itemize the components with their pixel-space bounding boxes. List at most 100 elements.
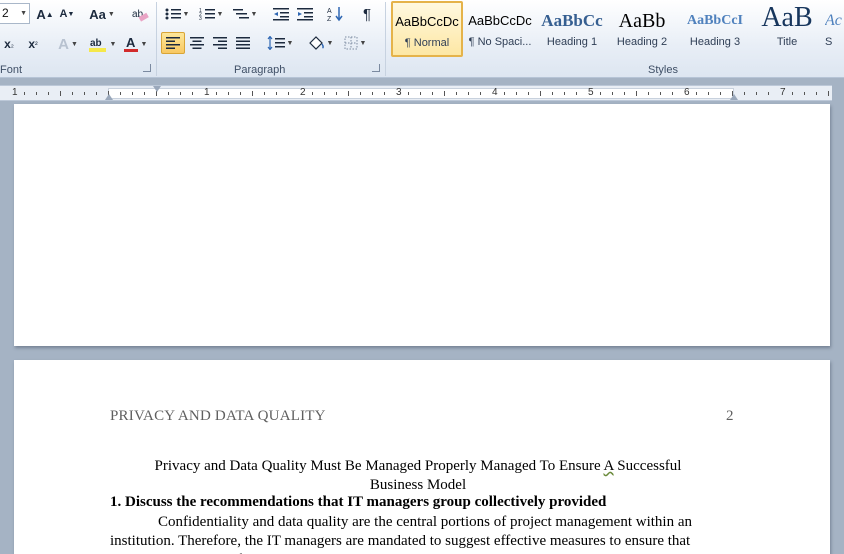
ruler-tick (408, 92, 409, 95)
style-heading-3-name: Heading 3 (689, 36, 741, 48)
multilevel-list-button[interactable]: ▼ (230, 3, 260, 25)
subscript-button[interactable]: x₂ (0, 33, 20, 55)
ruler-tick (636, 91, 637, 96)
sort-icon: AZ (327, 7, 343, 22)
font-size-value: 2 (2, 6, 9, 20)
superscript-button[interactable]: x² (22, 33, 44, 55)
ruler-tick (348, 91, 349, 96)
style-no-spacing[interactable]: AaBbCcDc ¶ No Spaci... (464, 1, 536, 57)
ruler-number: 7 (780, 87, 786, 98)
style-heading-1-preview: AaBbCc (541, 11, 603, 30)
style-normal-name: ¶ Normal (404, 37, 450, 49)
section-heading: 1. Discuss the recommendations that IT m… (110, 494, 607, 510)
multilevel-list-icon (232, 9, 249, 19)
borders-button[interactable]: ▼ (340, 32, 370, 54)
document-page-2[interactable]: PRIVACY AND DATA QUALITY 2 Privacy and D… (14, 360, 830, 554)
style-heading-2[interactable]: AaBb Heading 2 (609, 1, 675, 57)
document-page-1[interactable] (14, 104, 830, 346)
title-text-end: Successful (613, 458, 682, 474)
style-heading-1-name: Heading 1 (546, 36, 598, 48)
font-group-label: Font (0, 64, 23, 76)
ruler-tick (360, 92, 361, 95)
align-right-icon (213, 37, 227, 49)
bullets-button[interactable]: ▼ (162, 3, 192, 25)
ruler-tick (120, 92, 121, 95)
ruler-tick (420, 92, 421, 95)
ruler-tick (672, 92, 673, 95)
ruler-number: 1 (204, 87, 210, 98)
decrease-indent-icon (273, 8, 289, 21)
shading-button[interactable]: ▼ (304, 32, 336, 54)
ruler-tick (276, 92, 277, 95)
ruler-tick (72, 92, 73, 95)
decrease-indent-button[interactable] (270, 3, 292, 25)
svg-text:Z: Z (327, 16, 332, 22)
styles-group-label: Styles (648, 64, 678, 76)
ruler-tick (768, 92, 769, 95)
font-dialog-launcher-icon[interactable] (143, 64, 151, 72)
justify-button[interactable] (232, 32, 254, 54)
right-indent-marker[interactable] (730, 94, 738, 100)
ruler-tick (612, 92, 613, 95)
sort-button[interactable]: AZ (324, 3, 346, 25)
page-number: 2 (726, 408, 734, 424)
grow-font-button[interactable]: A ▲ (34, 3, 56, 25)
style-heading-1[interactable]: AaBbCc Heading 1 (538, 1, 606, 57)
ruler-tick (252, 91, 253, 96)
ruler-tick (24, 92, 25, 95)
style-normal[interactable]: AaBbCcDc ¶ Normal (391, 1, 463, 57)
ruler-tick (60, 91, 61, 96)
style-title[interactable]: AaB Title (752, 1, 822, 57)
ruler-tick (564, 92, 565, 95)
svg-text:3: 3 (199, 16, 202, 21)
ruler-tick (132, 92, 133, 95)
ruler-tick (816, 92, 817, 95)
clear-formatting-button[interactable]: ab (128, 3, 152, 25)
style-subtitle-preview: Ac (825, 12, 842, 29)
ruler-tick (84, 92, 85, 95)
style-subtitle[interactable]: Ac S (824, 1, 844, 57)
paragraph-group-label: Paragraph (234, 64, 286, 76)
align-center-button[interactable] (186, 32, 208, 54)
ruler-tick (36, 92, 37, 95)
ruler-tick (384, 92, 385, 95)
paragraph-dialog-launcher-icon[interactable] (372, 64, 380, 72)
ribbon-group-labels: Font Paragraph Styles (0, 63, 844, 78)
clear-formatting-icon: ab (132, 9, 149, 22)
ruler-number: 6 (684, 87, 690, 98)
ruler-tick (828, 91, 829, 96)
highlight-button[interactable]: ab ▼ (86, 33, 118, 55)
ruler-tick (648, 92, 649, 95)
left-indent-marker[interactable] (105, 94, 113, 100)
numbering-icon: 123 (199, 8, 215, 21)
show-formatting-button[interactable]: ¶ (356, 3, 378, 25)
align-left-button[interactable] (161, 32, 185, 54)
style-heading-2-name: Heading 2 (616, 36, 668, 48)
body-paragraph: Confidentiality and data quality are the… (110, 514, 692, 554)
increase-indent-button[interactable] (294, 3, 316, 25)
numbering-button[interactable]: 1 2 3 ▼ (196, 3, 226, 25)
align-right-button[interactable] (209, 32, 231, 54)
style-heading-3-preview: AaBbCcI (686, 13, 743, 28)
change-case-button[interactable]: Aa ▼ (86, 3, 118, 25)
justify-icon (236, 37, 250, 49)
shrink-font-button[interactable]: A ▼ (56, 3, 78, 25)
ruler-tick (468, 92, 469, 95)
font-color-button[interactable]: A ▼ (120, 33, 150, 55)
ruler-tick (480, 92, 481, 95)
ruler-tick (228, 92, 229, 95)
line-spacing-button[interactable]: ▼ (264, 32, 296, 54)
first-line-indent-marker[interactable] (153, 86, 161, 92)
change-case-label: Aa (89, 6, 106, 22)
ruler-tick (744, 92, 745, 95)
font-size-box[interactable]: 2 ▼ (0, 3, 30, 24)
ruler-tick (456, 92, 457, 95)
ruler-tick (264, 92, 265, 95)
style-heading-3[interactable]: AaBbCcI Heading 3 (680, 1, 750, 57)
text-effects-button[interactable]: A ▼ (54, 33, 82, 55)
ruler-tick (96, 92, 97, 95)
ruler-tick (240, 92, 241, 95)
highlighter-icon: ab (88, 38, 106, 52)
ruler-tick (528, 92, 529, 95)
horizontal-ruler[interactable]: 1 1 2 3 4 5 6 7 (0, 85, 832, 101)
